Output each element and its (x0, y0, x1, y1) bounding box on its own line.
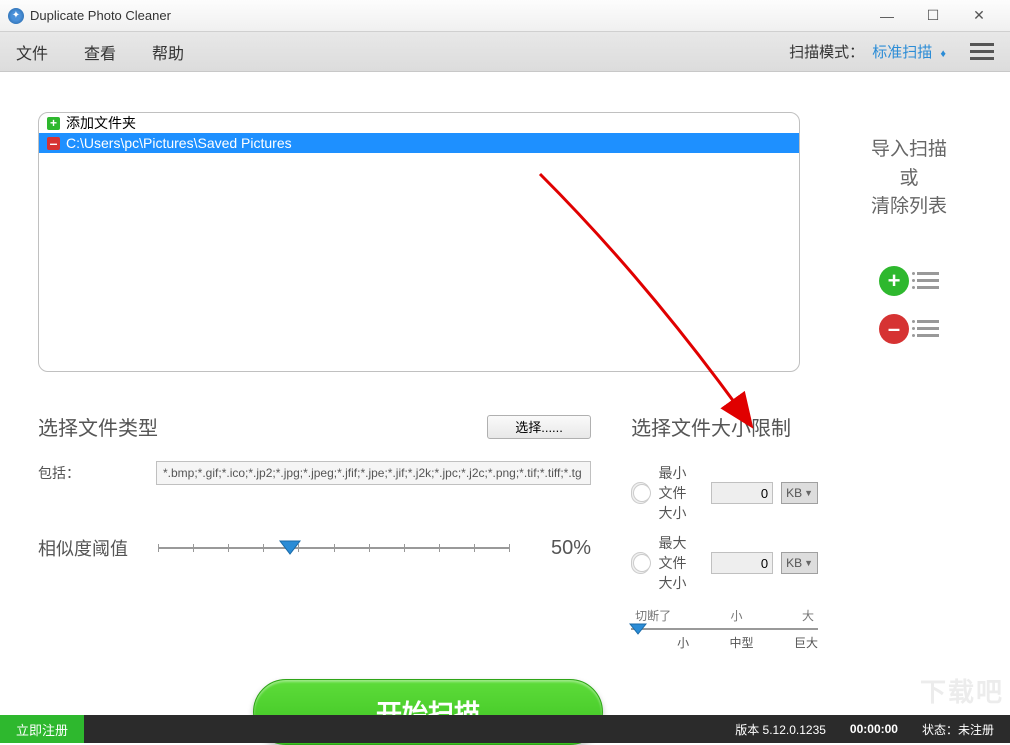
minimize-button[interactable]: — (864, 0, 910, 32)
version-label: 版本 5.12.0.1235 (735, 721, 826, 738)
hamburger-menu-button[interactable] (970, 43, 994, 60)
minus-icon: – (47, 137, 60, 150)
max-size-unit-dropdown[interactable]: KB▼ (781, 552, 818, 574)
filetype-title: 选择文件类型 (38, 412, 158, 441)
status-state: 状态：未注册 (922, 721, 994, 738)
include-field[interactable] (156, 461, 591, 485)
add-folder-row[interactable]: + 添加文件夹 (39, 113, 799, 133)
close-button[interactable]: ✕ (956, 0, 1002, 32)
window-title: Duplicate Photo Cleaner (30, 8, 171, 23)
elapsed-time: 00:00:00 (850, 722, 898, 736)
folder-list[interactable]: + 添加文件夹 – C:\Users\pc\Pictures\Saved Pic… (38, 112, 800, 372)
window-controls: — ☐ ✕ (864, 0, 1002, 32)
size-small-bot-label: 小 (677, 634, 689, 651)
folder-path: C:\Users\pc\Pictures\Saved Pictures (66, 135, 292, 151)
plus-icon: + (47, 117, 60, 130)
similarity-value: 50% (551, 537, 591, 560)
list-icon (917, 320, 939, 337)
import-scan-button[interactable]: + (879, 266, 939, 296)
min-size-unit-dropdown[interactable]: KB▼ (781, 482, 818, 504)
folder-item[interactable]: – C:\Users\pc\Pictures\Saved Pictures (39, 133, 799, 153)
size-mid-bot-label: 中型 (730, 634, 754, 651)
watermark: 下载吧 (920, 672, 1004, 709)
plus-circle-icon: + (879, 266, 909, 296)
scan-mode-dropdown[interactable]: 标准扫描 ♦ (872, 41, 946, 62)
add-folder-label: 添加文件夹 (66, 113, 136, 133)
similarity-slider[interactable] (158, 547, 509, 549)
max-size-label: 最大文件大小 (658, 533, 695, 593)
max-size-input[interactable] (711, 552, 773, 574)
menu-view[interactable]: 查看 (84, 40, 116, 64)
maximize-button[interactable]: ☐ (910, 0, 956, 32)
main-content: + 添加文件夹 – C:\Users\pc\Pictures\Saved Pic… (0, 72, 1010, 745)
similarity-threshold-label: 相似度阈值 (38, 535, 128, 561)
include-label: 包括： (38, 463, 80, 483)
list-icon (917, 272, 939, 289)
max-size-toggle[interactable] (631, 552, 650, 574)
filesize-title: 选择文件大小限制 (631, 412, 818, 441)
min-size-label: 最小文件大小 (658, 463, 695, 523)
chevron-down-icon: ▼ (804, 558, 813, 568)
menu-bar: 文件 查看 帮助 扫描模式： 标准扫描 ♦ (0, 32, 1010, 72)
register-now-button[interactable]: 立即注册 (0, 715, 84, 743)
menu-file[interactable]: 文件 (16, 40, 48, 64)
clear-list-button[interactable]: – (879, 314, 939, 344)
status-bar: 立即注册 版本 5.12.0.1235 00:00:00 状态：未注册 (0, 715, 1010, 743)
size-slider-thumb-icon[interactable] (629, 622, 647, 640)
minus-circle-icon: – (879, 314, 909, 344)
size-big-top-label: 大 (802, 607, 814, 624)
title-bar: ✦ Duplicate Photo Cleaner — ☐ ✕ (0, 0, 1010, 32)
app-icon: ✦ (8, 8, 24, 24)
right-panel-hint: 导入扫描 或 清除列表 (834, 136, 984, 222)
chevron-down-icon: ▼ (804, 488, 813, 498)
size-range-slider[interactable]: 切断了 小 大 小 中型 巨大 (631, 607, 818, 651)
min-size-input[interactable] (711, 482, 773, 504)
min-size-toggle[interactable] (631, 482, 650, 504)
scan-mode-label: 扫描模式： (789, 41, 864, 62)
scan-mode-value: 标准扫描 (872, 44, 932, 61)
slider-thumb-icon[interactable] (278, 539, 302, 555)
menu-help[interactable]: 帮助 (152, 40, 184, 64)
select-filetype-button[interactable]: 选择...... (487, 415, 591, 439)
chevron-updown-icon: ♦ (940, 48, 946, 60)
size-small-top-label: 小 (731, 607, 743, 624)
size-huge-bot-label: 巨大 (794, 634, 818, 651)
